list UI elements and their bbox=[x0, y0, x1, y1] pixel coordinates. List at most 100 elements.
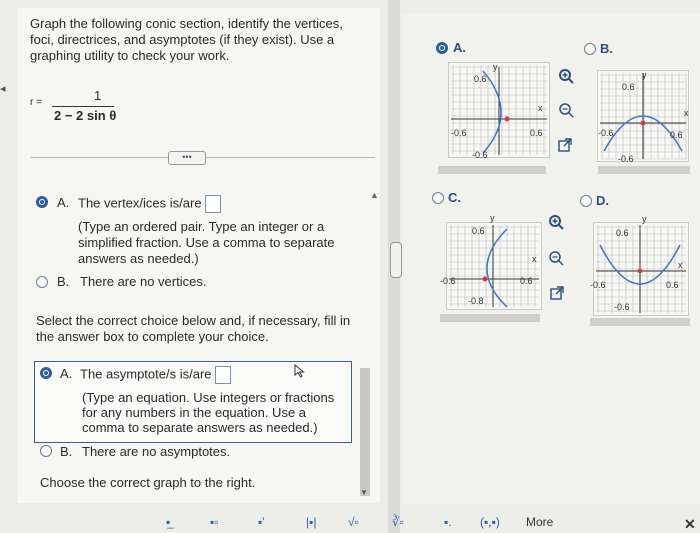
curve bbox=[486, 228, 508, 308]
popout-icon[interactable] bbox=[558, 138, 572, 152]
graph-a-hscroll[interactable] bbox=[438, 166, 546, 174]
vertex-answer-box[interactable] bbox=[204, 195, 221, 213]
asymptote-option-a-label: The asymptote/s is/are bbox=[80, 366, 212, 382]
vertex-option-a-label: The vertex/ices is/are bbox=[78, 195, 202, 211]
vertex-option-a-radio[interactable] bbox=[36, 196, 48, 208]
graph-c-x-label: x bbox=[532, 254, 537, 264]
graph-c-top-tick: 0.6 bbox=[472, 226, 485, 236]
graph-option-a bbox=[448, 62, 550, 158]
graph-a-right-tick: 0.6 bbox=[530, 128, 543, 138]
graph-b-top-tick: 0.6 bbox=[622, 82, 635, 92]
vertex-option-a-letter: A. bbox=[57, 195, 70, 210]
graph-a-x-label: x bbox=[538, 103, 543, 113]
vertex-hint-3: answers as needed.) bbox=[78, 251, 199, 266]
left-arrow-icon[interactable]: ◂ bbox=[0, 82, 6, 95]
equation-lhs: r = bbox=[30, 97, 42, 108]
fraction-bar bbox=[52, 106, 114, 107]
graph-option-d bbox=[593, 222, 689, 316]
asymptote-answer-box[interactable] bbox=[214, 366, 231, 384]
graph-c-bottom-tick: -0.8 bbox=[468, 296, 484, 306]
graph-option-a-radio[interactable] bbox=[436, 42, 448, 54]
zoom-out-icon[interactable] bbox=[558, 102, 574, 118]
asymptote-option-b-letter: B. bbox=[60, 444, 73, 459]
ordered-pair-tool-icon[interactable]: (▪,▪) bbox=[480, 515, 500, 529]
graph-d-y-label: y bbox=[642, 214, 647, 224]
graph-prompt: Choose the correct graph to the right. bbox=[40, 475, 256, 490]
math-toolbar: ▪̲ ▪▫ ▪' |▪| √▫ ∛▫ ▪. (▪,▪) More bbox=[148, 511, 588, 533]
graph-d-left-tick: -0.6 bbox=[590, 280, 606, 290]
graph-option-c-radio[interactable] bbox=[432, 192, 444, 204]
close-icon[interactable]: ✕ bbox=[684, 516, 696, 533]
graph-b-hscroll[interactable] bbox=[598, 166, 690, 174]
graph-b-left-tick: -0.6 bbox=[598, 128, 614, 138]
graph-option-b bbox=[597, 70, 689, 162]
graph-b-x-label: x bbox=[684, 108, 689, 118]
asymptote-option-b-label: There are no asymptotes. bbox=[82, 444, 231, 459]
asymptote-hint-3: comma to separate answers as needed.) bbox=[82, 420, 318, 435]
zoom-in-icon[interactable] bbox=[558, 68, 574, 84]
zoom-in-icon[interactable] bbox=[548, 214, 564, 230]
instruction-line-3: graphing utility to check your work. bbox=[30, 48, 230, 63]
graph-option-b-radio[interactable] bbox=[584, 43, 596, 55]
splitter-handle[interactable] bbox=[390, 242, 402, 278]
graph-option-a-letter: A. bbox=[453, 40, 466, 55]
graph-a-left-tick: -0.6 bbox=[451, 128, 467, 138]
graph-d-right-tick: 0.6 bbox=[666, 280, 679, 290]
vertex-hint-2: simplified fraction. Use a comma to sepa… bbox=[78, 235, 335, 250]
asymptote-option-b-radio[interactable] bbox=[40, 445, 52, 457]
asymptote-prompt-line-1: Select the correct choice below and, if … bbox=[36, 313, 351, 328]
graph-c-hscroll[interactable] bbox=[440, 314, 540, 322]
decimal-tool-icon[interactable]: ▪. bbox=[444, 515, 452, 529]
vertex-option-b-radio[interactable] bbox=[36, 276, 48, 288]
graph-option-c bbox=[446, 222, 542, 310]
graph-b-bottom-tick: -0.6 bbox=[618, 154, 634, 164]
vertex-option-b-letter: B. bbox=[57, 274, 70, 289]
graph-c-y-label: y bbox=[490, 213, 495, 223]
graph-option-b-letter: B. bbox=[600, 41, 613, 56]
asymptote-prompt-line-2: the answer box to complete your choice. bbox=[36, 329, 269, 344]
more-button[interactable]: More bbox=[526, 515, 553, 529]
graph-c-right-tick: 0.6 bbox=[520, 276, 533, 286]
graph-b-right-tick: 0.6 bbox=[670, 130, 683, 140]
graph-a-top-tick: 0.6 bbox=[474, 74, 487, 84]
focus-point bbox=[482, 276, 488, 282]
vertex-hint-1: (Type an ordered pair. Type an integer o… bbox=[78, 219, 325, 234]
grid-lines bbox=[449, 225, 539, 307]
question-scrollbar[interactable] bbox=[360, 368, 370, 496]
focus-point bbox=[640, 120, 646, 126]
equation-denominator: 2 − 2 sin θ bbox=[54, 108, 117, 123]
scroll-down-icon[interactable]: ▼ bbox=[360, 488, 368, 497]
graph-option-c-letter: C. bbox=[448, 190, 461, 205]
graph-option-d-letter: D. bbox=[596, 193, 609, 208]
asymptote-option-a-letter: A. bbox=[60, 366, 73, 381]
graph-d-hscroll[interactable] bbox=[590, 318, 690, 326]
asymptote-option-a-radio[interactable] bbox=[40, 367, 52, 379]
nth-root-tool-icon[interactable]: ∛▫ bbox=[392, 515, 404, 529]
graph-d-bottom-tick: -0.6 bbox=[614, 302, 630, 312]
popout-icon[interactable] bbox=[550, 286, 564, 300]
zoom-out-icon[interactable] bbox=[548, 250, 564, 266]
collapse-arrow-icon[interactable]: ▲ bbox=[370, 190, 379, 200]
mouse-cursor-icon bbox=[294, 364, 305, 378]
focus-point bbox=[504, 116, 510, 122]
graph-c-left-tick: -0.6 bbox=[440, 276, 456, 286]
graph-option-b-plot bbox=[600, 73, 687, 160]
asymptote-hint-2: for any numbers in the equation. Use a bbox=[82, 405, 307, 420]
absolute-value-tool-icon[interactable]: |▪| bbox=[306, 515, 317, 529]
graph-option-d-radio[interactable] bbox=[580, 195, 592, 207]
instruction-line-2: foci, directrices, and asymptotes (if th… bbox=[30, 32, 335, 47]
graph-option-a-plot bbox=[451, 65, 547, 155]
exponent-tool-icon[interactable]: ▪' bbox=[258, 515, 265, 529]
sqrt-tool-icon[interactable]: √▫ bbox=[348, 515, 359, 529]
asymptote-option-a-row: The asymptote/s is/are bbox=[80, 366, 231, 384]
fraction-tool-icon[interactable]: ▪̲ bbox=[166, 515, 170, 529]
expand-button[interactable]: ••• bbox=[168, 151, 206, 165]
mixed-number-tool-icon[interactable]: ▪▫ bbox=[210, 515, 219, 529]
graph-d-top-tick: 0.6 bbox=[616, 228, 629, 238]
instruction-line-1: Graph the following conic section, ident… bbox=[30, 16, 343, 31]
graph-option-c-plot bbox=[449, 225, 539, 308]
vertex-option-a-row: The vertex/ices is/are bbox=[78, 195, 221, 213]
graph-option-d-plot bbox=[596, 225, 686, 313]
focus-point bbox=[637, 268, 643, 274]
asymptote-hint-1: (Type an equation. Use integers or fract… bbox=[82, 390, 335, 405]
